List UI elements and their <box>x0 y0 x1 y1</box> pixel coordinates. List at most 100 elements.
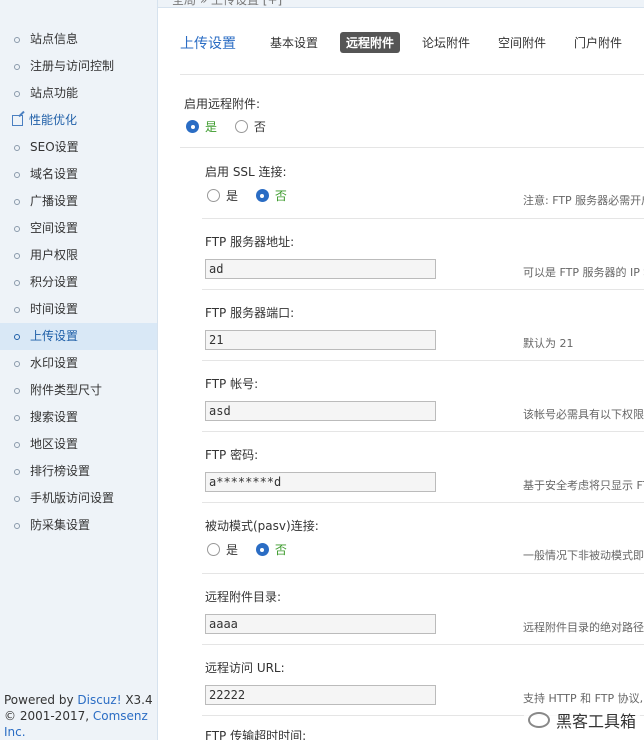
radio-unchecked-icon <box>207 543 220 556</box>
enable-remote-options: 是 否 <box>186 118 280 136</box>
pasv-yes-radio[interactable]: 是 <box>207 541 238 558</box>
remote-url-note: 支持 HTTP 和 FTP 协议, 结 <box>523 692 644 705</box>
radio-unchecked-icon <box>234 120 248 133</box>
bullet-icon <box>14 333 20 340</box>
pasv-no-radio[interactable]: 否 <box>255 541 287 558</box>
sidebar-item-credits[interactable]: 积分设置 <box>0 269 157 296</box>
remote-url-input[interactable] <box>205 685 436 705</box>
tab-space-attachment[interactable]: 空间附件 <box>492 32 552 53</box>
ftp-host-section: FTP 服务器地址: 可以是 FTP 服务器的 IP 地 <box>202 219 644 290</box>
sidebar-item-watermark[interactable]: 水印设置 <box>0 350 157 377</box>
sidebar: 站点信息 注册与访问控制 站点功能 性能优化 SEO设置 域名设置 广播设置 空… <box>0 0 158 740</box>
sidebar-item-label: 域名设置 <box>30 167 79 181</box>
sidebar-item-label: 上传设置 <box>30 329 79 343</box>
radio-unchecked-icon <box>207 189 220 202</box>
pasv-section: 被动模式(pasv)连接: 是 否 一般情况下非被动模式即可 <box>202 503 644 574</box>
sidebar-item-mobile[interactable]: 手机版访问设置 <box>0 485 157 512</box>
sidebar-item-label: 水印设置 <box>30 356 79 370</box>
sidebar-item-site-info[interactable]: 站点信息 <box>0 26 157 53</box>
bullet-icon <box>14 63 20 70</box>
bullet-icon <box>14 36 20 43</box>
sidebar-item-seo[interactable]: SEO设置 <box>0 134 157 161</box>
sidebar-item-register-access[interactable]: 注册与访问控制 <box>0 53 157 80</box>
ssl-yes-radio[interactable]: 是 <box>207 187 238 204</box>
ssl-no-radio[interactable]: 否 <box>255 187 287 204</box>
ftp-port-input[interactable] <box>205 330 436 350</box>
bullet-icon <box>14 414 20 421</box>
page-title: 上传设置 <box>180 35 236 52</box>
ftp-pass-section: FTP 密码: 基于安全考虑将只显示 FTP <box>202 432 644 503</box>
ftp-timeout-label: FTP 传输超时时间: <box>205 729 307 740</box>
enable-remote-no-radio[interactable]: 否 <box>234 118 266 135</box>
wechat-icon <box>527 712 550 728</box>
tab-remote-attachment[interactable]: 远程附件 <box>339 32 400 53</box>
ssl-label: 启用 SSL 连接: <box>205 165 287 179</box>
enable-remote-label: 启用远程附件: <box>184 97 261 111</box>
ftp-host-note: 可以是 FTP 服务器的 IP 地 <box>523 266 644 279</box>
sidebar-item-broadcast[interactable]: 广播设置 <box>0 188 157 215</box>
enable-remote-section: 启用远程附件: 是 否 <box>180 75 644 148</box>
pasv-note: 一般情况下非被动模式即可 <box>523 549 644 562</box>
sidebar-menu: 站点信息 注册与访问控制 站点功能 性能优化 SEO设置 域名设置 广播设置 空… <box>0 0 157 539</box>
tab-bar: 上传设置 基本设置 远程附件 论坛附件 空间附件 门户附件 <box>180 32 644 53</box>
ftp-pass-label: FTP 密码: <box>205 448 259 462</box>
ftp-pass-note: 基于安全考虑将只显示 FTP <box>523 479 644 492</box>
powered-by: Powered by Discuz! X3.4 <box>4 693 153 707</box>
tab-basic[interactable]: 基本设置 <box>264 32 324 53</box>
sidebar-item-attachment-types[interactable]: 附件类型尺寸 <box>0 377 157 404</box>
sidebar-item-domain[interactable]: 域名设置 <box>0 161 157 188</box>
sidebar-item-label: 地区设置 <box>30 437 79 451</box>
ssl-options: 是 否 <box>207 187 301 205</box>
sidebar-item-label: 手机版访问设置 <box>30 491 115 505</box>
bullet-icon <box>14 90 20 97</box>
sidebar-item-label: 排行榜设置 <box>30 464 91 478</box>
remote-dir-section: 远程附件目录: 远程附件目录的绝对路径或 <box>202 574 644 645</box>
remote-dir-note: 远程附件目录的绝对路径或 <box>523 621 644 634</box>
sidebar-item-search[interactable]: 搜索设置 <box>0 404 157 431</box>
tab-portal-attachment[interactable]: 门户附件 <box>568 32 628 53</box>
ftp-host-input[interactable] <box>205 259 436 279</box>
remote-dir-input[interactable] <box>205 614 436 634</box>
ftp-user-input[interactable] <box>205 401 436 421</box>
sidebar-item-time[interactable]: 时间设置 <box>0 296 157 323</box>
remote-url-label: 远程访问 URL: <box>205 661 285 675</box>
ftp-host-label: FTP 服务器地址: <box>205 235 295 249</box>
sidebar-item-user-permissions[interactable]: 用户权限 <box>0 242 157 269</box>
sidebar-item-label: 用户权限 <box>30 248 79 262</box>
sidebar-item-anti-scrape[interactable]: 防采集设置 <box>0 512 157 539</box>
sidebar-footer: Powered by Discuz! X3.4 © 2001-2017, Com… <box>4 692 157 740</box>
radio-checked-icon <box>186 120 199 133</box>
sidebar-item-label: 防采集设置 <box>30 518 91 532</box>
sidebar-item-site-features[interactable]: 站点功能 <box>0 80 157 107</box>
radio-checked-icon <box>255 189 269 202</box>
ftp-port-note: 默认为 21 <box>523 337 574 350</box>
sidebar-item-space[interactable]: 空间设置 <box>0 215 157 242</box>
enable-remote-yes-radio[interactable]: 是 <box>186 118 217 135</box>
ftp-user-label: FTP 帐号: <box>205 377 259 391</box>
bullet-icon <box>14 387 20 394</box>
bullet-icon <box>14 306 20 313</box>
sidebar-item-label: 广播设置 <box>30 194 79 208</box>
sidebar-item-label: 性能优化 <box>29 113 78 127</box>
ftp-user-note: 该帐号必需具有以下权限: <box>523 408 644 421</box>
ftp-pass-input[interactable] <box>205 472 436 492</box>
main-content: 上传设置 基本设置 远程附件 论坛附件 空间附件 门户附件 启用远程附件: 是 … <box>158 8 644 740</box>
sidebar-item-label: 站点功能 <box>30 86 79 100</box>
ftp-port-section: FTP 服务器端口: 默认为 21 <box>202 290 644 361</box>
ssl-section: 启用 SSL 连接: 是 否 注意: FTP 服务器必需开启 <box>202 148 644 219</box>
bullet-icon <box>14 441 20 448</box>
tab-forum-attachment[interactable]: 论坛附件 <box>416 32 476 53</box>
sidebar-item-label: 附件类型尺寸 <box>30 383 103 397</box>
sidebar-item-ranking[interactable]: 排行榜设置 <box>0 458 157 485</box>
sidebar-item-upload[interactable]: 上传设置 <box>0 323 157 350</box>
bullet-icon <box>14 522 20 529</box>
sidebar-item-label: 时间设置 <box>30 302 79 316</box>
sidebar-item-label: 站点信息 <box>30 32 79 46</box>
bullet-icon <box>14 252 20 259</box>
sidebar-item-performance[interactable]: 性能优化 <box>0 107 157 134</box>
brand-link[interactable]: Discuz! <box>77 693 121 707</box>
bullet-icon <box>14 225 20 232</box>
settings-form: 启用远程附件: 是 否 启用 SSL 连接: 是 否 注意: FTP 服务器必需… <box>180 74 644 740</box>
bullet-icon <box>14 198 20 205</box>
sidebar-item-region[interactable]: 地区设置 <box>0 431 157 458</box>
